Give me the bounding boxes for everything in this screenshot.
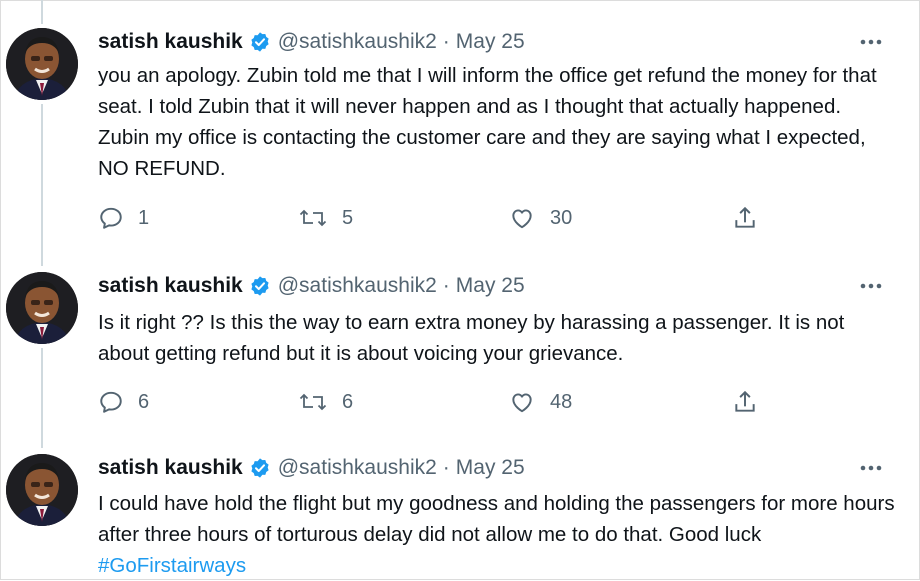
reply-count: 6 <box>138 390 150 413</box>
tweet[interactable]: satish kaushik @satishkaushik2 · May 25 … <box>0 250 920 440</box>
tweet[interactable]: satish kaushik @satishkaushik2 · May 25 … <box>0 440 920 580</box>
retweet-button[interactable]: 6 <box>298 387 353 417</box>
verified-badge-icon <box>249 275 271 297</box>
share-icon <box>732 205 758 231</box>
like-count: 48 <box>550 390 573 413</box>
share-button[interactable] <box>732 203 758 233</box>
more-options-icon[interactable] <box>856 275 886 297</box>
share-button[interactable] <box>732 387 758 417</box>
tweet-header: satish kaushik @satishkaushik2 · May 25 <box>98 27 525 57</box>
tweet[interactable]: satish kaushik @satishkaushik2 · May 25 … <box>0 0 920 250</box>
reply-count: 1 <box>138 206 150 229</box>
like-icon <box>508 205 536 231</box>
tweet-actions: 1 5 30 <box>98 203 778 233</box>
author-handle[interactable]: @satishkaushik2 <box>278 456 437 480</box>
tweet-text: Is it right ?? Is this the way to earn e… <box>98 311 845 365</box>
retweet-icon <box>298 205 328 231</box>
verified-badge-icon <box>249 31 271 53</box>
like-count: 30 <box>550 206 573 229</box>
author-name[interactable]: satish kaushik <box>98 30 243 54</box>
tweet-date[interactable]: May 25 <box>456 274 525 298</box>
reply-button[interactable]: 6 <box>98 387 149 417</box>
separator-dot: · <box>442 456 450 479</box>
author-handle[interactable]: @satishkaushik2 <box>278 274 437 298</box>
tweet-header: satish kaushik @satishkaushik2 · May 25 <box>98 453 525 483</box>
tweet-text-body: I could have hold the flight but my good… <box>98 492 895 546</box>
reply-button[interactable]: 1 <box>98 203 149 233</box>
tweet-date[interactable]: May 25 <box>456 30 525 54</box>
avatar[interactable] <box>6 272 78 344</box>
retweet-count: 6 <box>342 390 354 413</box>
tweet-actions: 6 6 48 <box>98 387 778 417</box>
more-options-icon[interactable] <box>856 457 886 479</box>
verified-badge-icon <box>249 457 271 479</box>
separator-dot: · <box>442 30 450 53</box>
retweet-button[interactable]: 5 <box>298 203 353 233</box>
like-icon <box>508 389 536 415</box>
more-options-icon[interactable] <box>856 31 886 53</box>
reply-icon <box>98 205 124 231</box>
share-icon <box>732 389 758 415</box>
retweet-count: 5 <box>342 206 354 229</box>
author-handle[interactable]: @satishkaushik2 <box>278 30 437 54</box>
avatar[interactable] <box>6 454 78 526</box>
reply-icon <box>98 389 124 415</box>
tweet-text: I could have hold the flight but my good… <box>98 488 898 581</box>
author-name[interactable]: satish kaushik <box>98 456 243 480</box>
avatar[interactable] <box>6 28 78 100</box>
author-name[interactable]: satish kaushik <box>98 274 243 298</box>
tweet-date[interactable]: May 25 <box>456 456 525 480</box>
tweet-text: you an apology. Zubin told me that I wil… <box>98 64 877 180</box>
separator-dot: · <box>442 274 450 297</box>
tweet-header: satish kaushik @satishkaushik2 · May 25 <box>98 271 525 301</box>
hashtag-link[interactable]: #GoFirstairways <box>98 554 246 577</box>
like-button[interactable]: 48 <box>508 387 572 417</box>
retweet-icon <box>298 389 328 415</box>
like-button[interactable]: 30 <box>508 203 572 233</box>
